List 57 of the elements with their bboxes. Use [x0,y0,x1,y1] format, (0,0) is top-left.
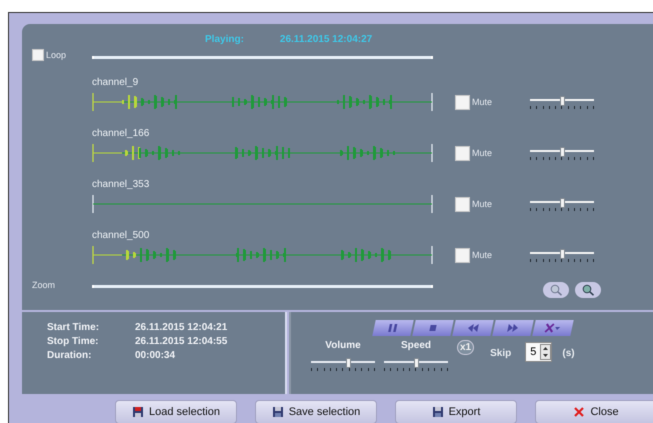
channel-name: channel_166 [92,127,150,141]
channel-name: channel_9 [92,76,138,90]
mute-checkbox[interactable] [455,196,470,212]
info-label: Start Time: [47,322,100,335]
fast-forward-button[interactable] [492,320,534,336]
speed-slider[interactable] [384,357,448,371]
close-icon [573,406,586,418]
load-button[interactable]: Load selection [115,400,237,423]
save-button[interactable]: Save selection [255,400,377,423]
channel-volume-slider[interactable] [530,95,594,109]
channel-name: channel_353 [92,178,150,192]
info-value: 00:00:34 [135,350,176,363]
fast-forward-icon [506,323,520,333]
mute-checkbox[interactable] [455,248,470,262]
channel-name: channel_500 [92,229,150,243]
skip-unit: (s) [562,348,575,359]
export-button[interactable]: Export [395,400,517,423]
loop-label: Loop [46,50,66,60]
zoom-out-icon [549,284,563,296]
zoom-bar[interactable] [92,284,433,288]
mute-label: Mute [472,199,492,209]
speed-multiplier: x1 [457,340,474,355]
cross-caret-icon [544,323,562,333]
channel-volume-slider[interactable] [530,146,594,160]
pause-icon [386,323,400,333]
zoom-label: Zoom [32,280,56,290]
info-value: 26.11.2015 12:04:21 [135,322,228,335]
mute-checkbox[interactable] [455,94,470,110]
skip-label: Skip [490,348,512,359]
rewind-icon [466,323,480,333]
pause-button[interactable] [372,320,414,336]
playing-time: 26.11.2015 12:04:27 [280,34,372,44]
skip-spinner[interactable]: 5 [525,342,552,362]
channel-volume-slider[interactable] [530,248,594,262]
zoom-out-button[interactable] [543,282,569,298]
mute-label: Mute [472,148,492,158]
info-label: Duration: [47,350,92,363]
volume-slider[interactable] [311,357,375,371]
spin-arrows-icon [540,344,552,360]
info-value: 26.11.2015 12:04:55 [135,336,228,349]
mute-label: Mute [472,97,492,107]
rewind-button[interactable] [452,320,494,336]
timeline-bar[interactable] [92,56,433,58]
loop-checkbox[interactable] [32,49,44,61]
channel-volume-slider[interactable] [530,197,594,211]
close-button[interactable]: Close [535,400,653,423]
playing-label: Playing: [205,34,244,44]
mute-checkbox[interactable] [455,146,470,160]
zoom-in-icon [581,284,595,296]
mute-label: Mute [472,250,492,260]
volume-label: Volume [325,340,361,351]
stop-icon [428,324,438,332]
stop-button[interactable] [412,320,454,336]
zoom-in-button[interactable] [575,282,601,298]
speed-label: Speed [400,340,431,351]
mode-dropdown-button[interactable] [532,320,574,336]
info-label: Stop Time: [47,336,100,349]
